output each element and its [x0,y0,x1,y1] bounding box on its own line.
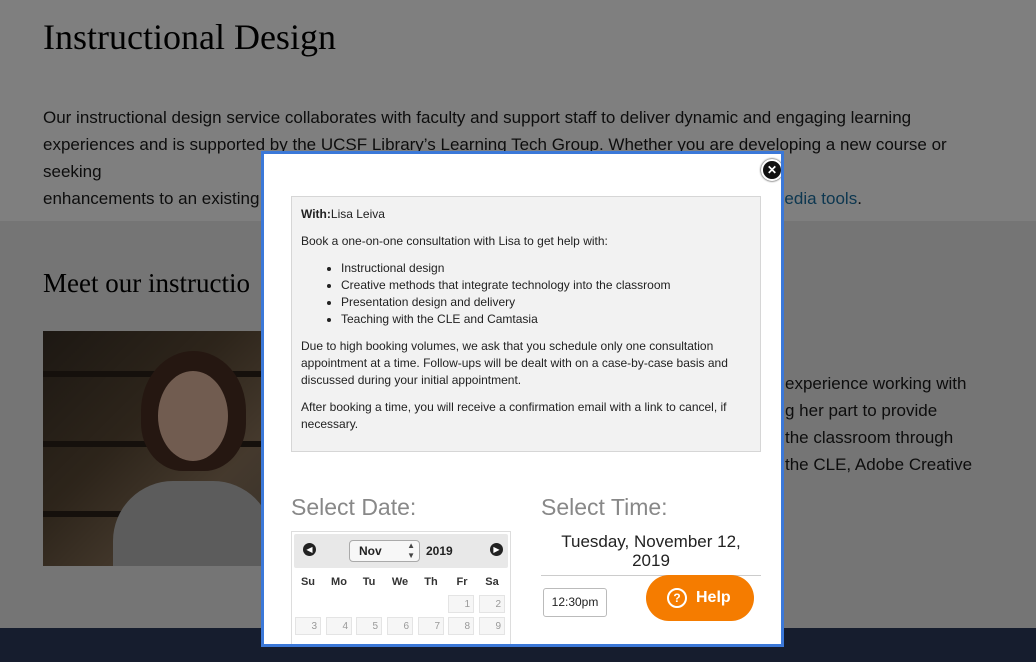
question-icon: ? [667,588,687,608]
weekday-label: Sa [485,576,499,588]
calendar-day[interactable]: 6 [387,617,413,635]
weekday-label: Th [424,576,438,588]
calendar-day[interactable]: 8 [448,617,474,635]
weekday-label: Fr [456,576,468,588]
select-time-heading: Select Time: [541,494,668,520]
with-label: With: [301,207,331,221]
topic-list: Instructional design Creative methods th… [301,260,751,328]
year-label: 2019 [426,544,453,558]
confirmation-text: After booking a time, you will receive a… [301,400,727,431]
list-item: Instructional design [341,260,751,277]
calendar-day[interactable]: 7 [418,617,444,635]
weekday-label: Mo [331,576,347,588]
calendar-day[interactable]: 3 [295,617,321,635]
month-select[interactable]: Nov ▲ ▼ [349,540,420,562]
policy-text: Due to high booking volumes, we ask that… [301,339,728,387]
next-month-icon[interactable]: ▶ [490,543,503,556]
consultant-name: Lisa Leiva [330,207,385,221]
date-picker: ◀ Nov ▲ ▼ 2019 ▶ Su Mo Tu We Th Fr Sa 1 2… [291,531,511,644]
month-value: Nov [359,544,382,558]
list-item: Presentation design and delivery [341,294,751,311]
close-icon[interactable]: ✕ [761,159,781,181]
calendar-day[interactable]: 5 [356,617,382,635]
help-button[interactable]: ? Help [646,575,754,621]
list-item: Creative methods that integrate technolo… [341,277,751,294]
calendar-day[interactable]: 1 [448,595,474,613]
calendar-day[interactable]: 2 [479,595,505,613]
calendar-day[interactable]: 9 [479,617,505,635]
calendar-day[interactable]: 4 [326,617,352,635]
booking-modal: ✕ With:Lisa Leiva Book a one-on-one cons… [261,151,784,647]
select-arrows-icon: ▲ ▼ [407,541,415,560]
consultation-description: With:Lisa Leiva Book a one-on-one consul… [291,196,761,452]
time-slot-button[interactable]: 12:30pm [543,588,607,617]
weekday-label: Tu [362,576,376,588]
selected-date-label: Tuesday, November 12, 2019 [561,532,741,570]
book-text: Book a one-on-one consultation with Lisa… [301,234,608,248]
prev-month-icon[interactable]: ◀ [303,543,316,556]
list-item: Teaching with the CLE and Camtasia [341,311,751,328]
help-label: Help [696,589,731,606]
weekday-label: We [391,576,409,588]
calendar-header: ◀ Nov ▲ ▼ 2019 ▶ [294,534,508,568]
select-date-heading: Select Date: [291,494,417,520]
weekday-label: Su [300,576,316,588]
